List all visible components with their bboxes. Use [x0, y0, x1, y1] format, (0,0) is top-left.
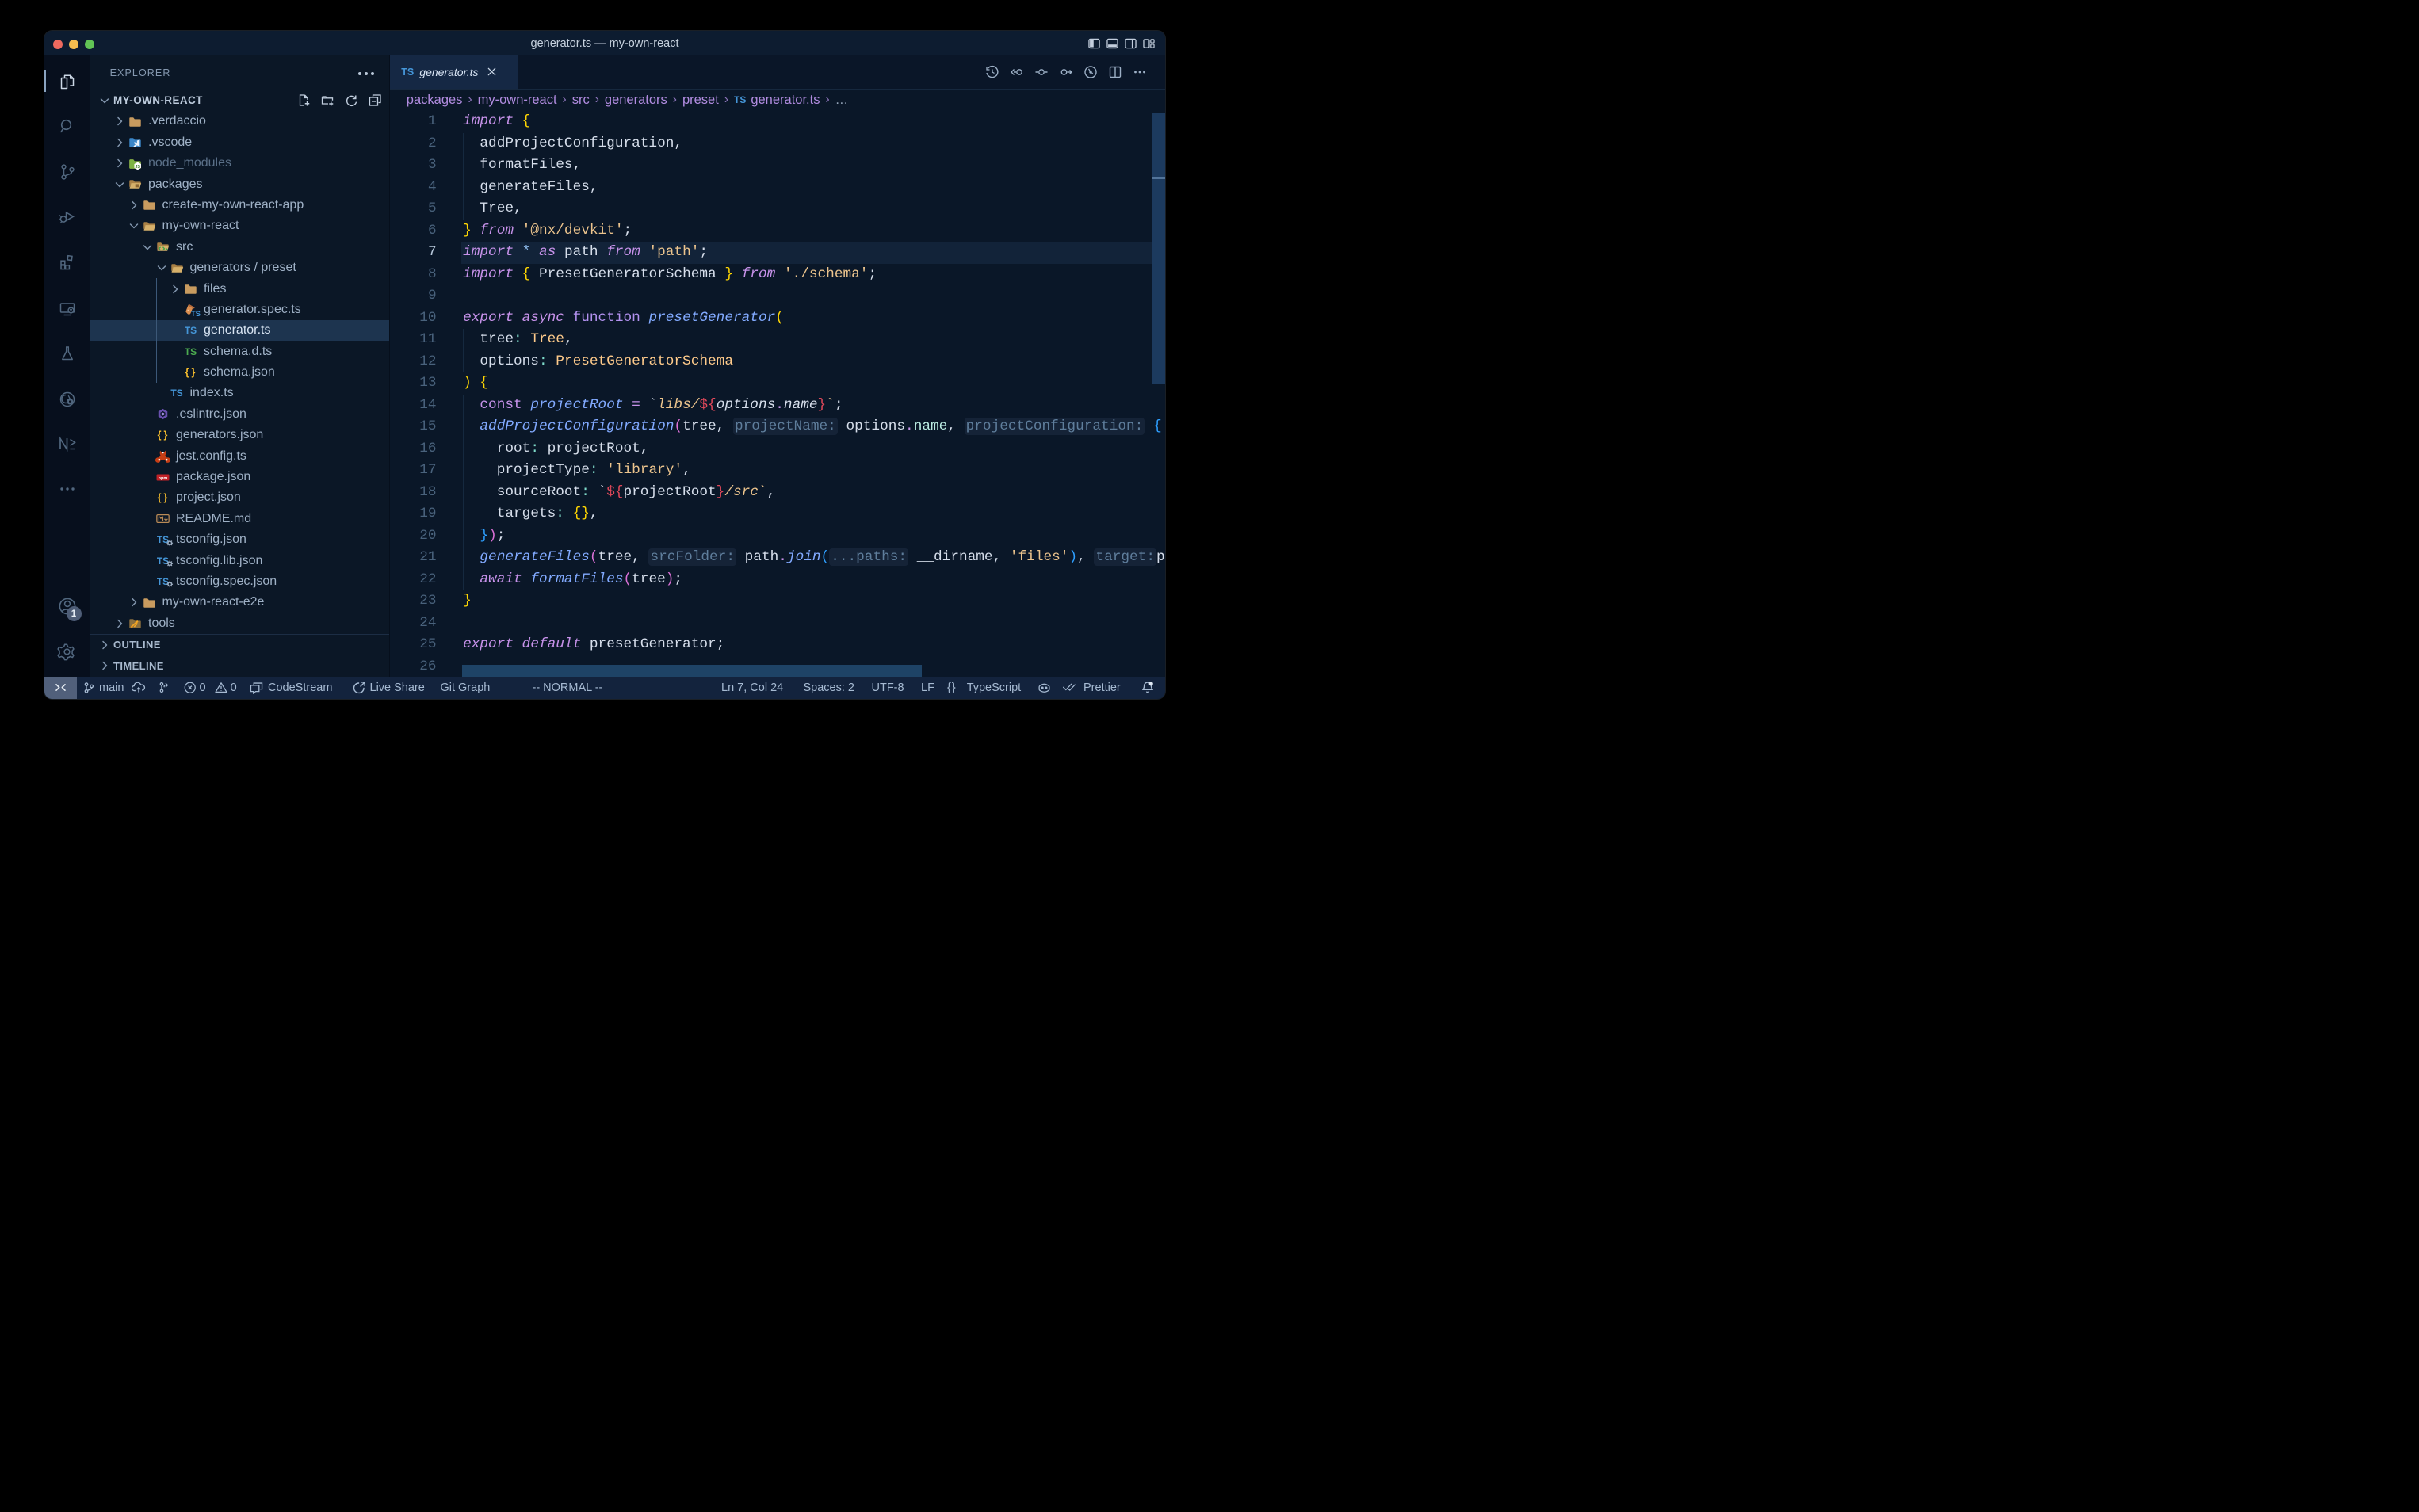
- svg-text:JS: JS: [135, 164, 140, 169]
- svg-text:npm: npm: [159, 475, 168, 480]
